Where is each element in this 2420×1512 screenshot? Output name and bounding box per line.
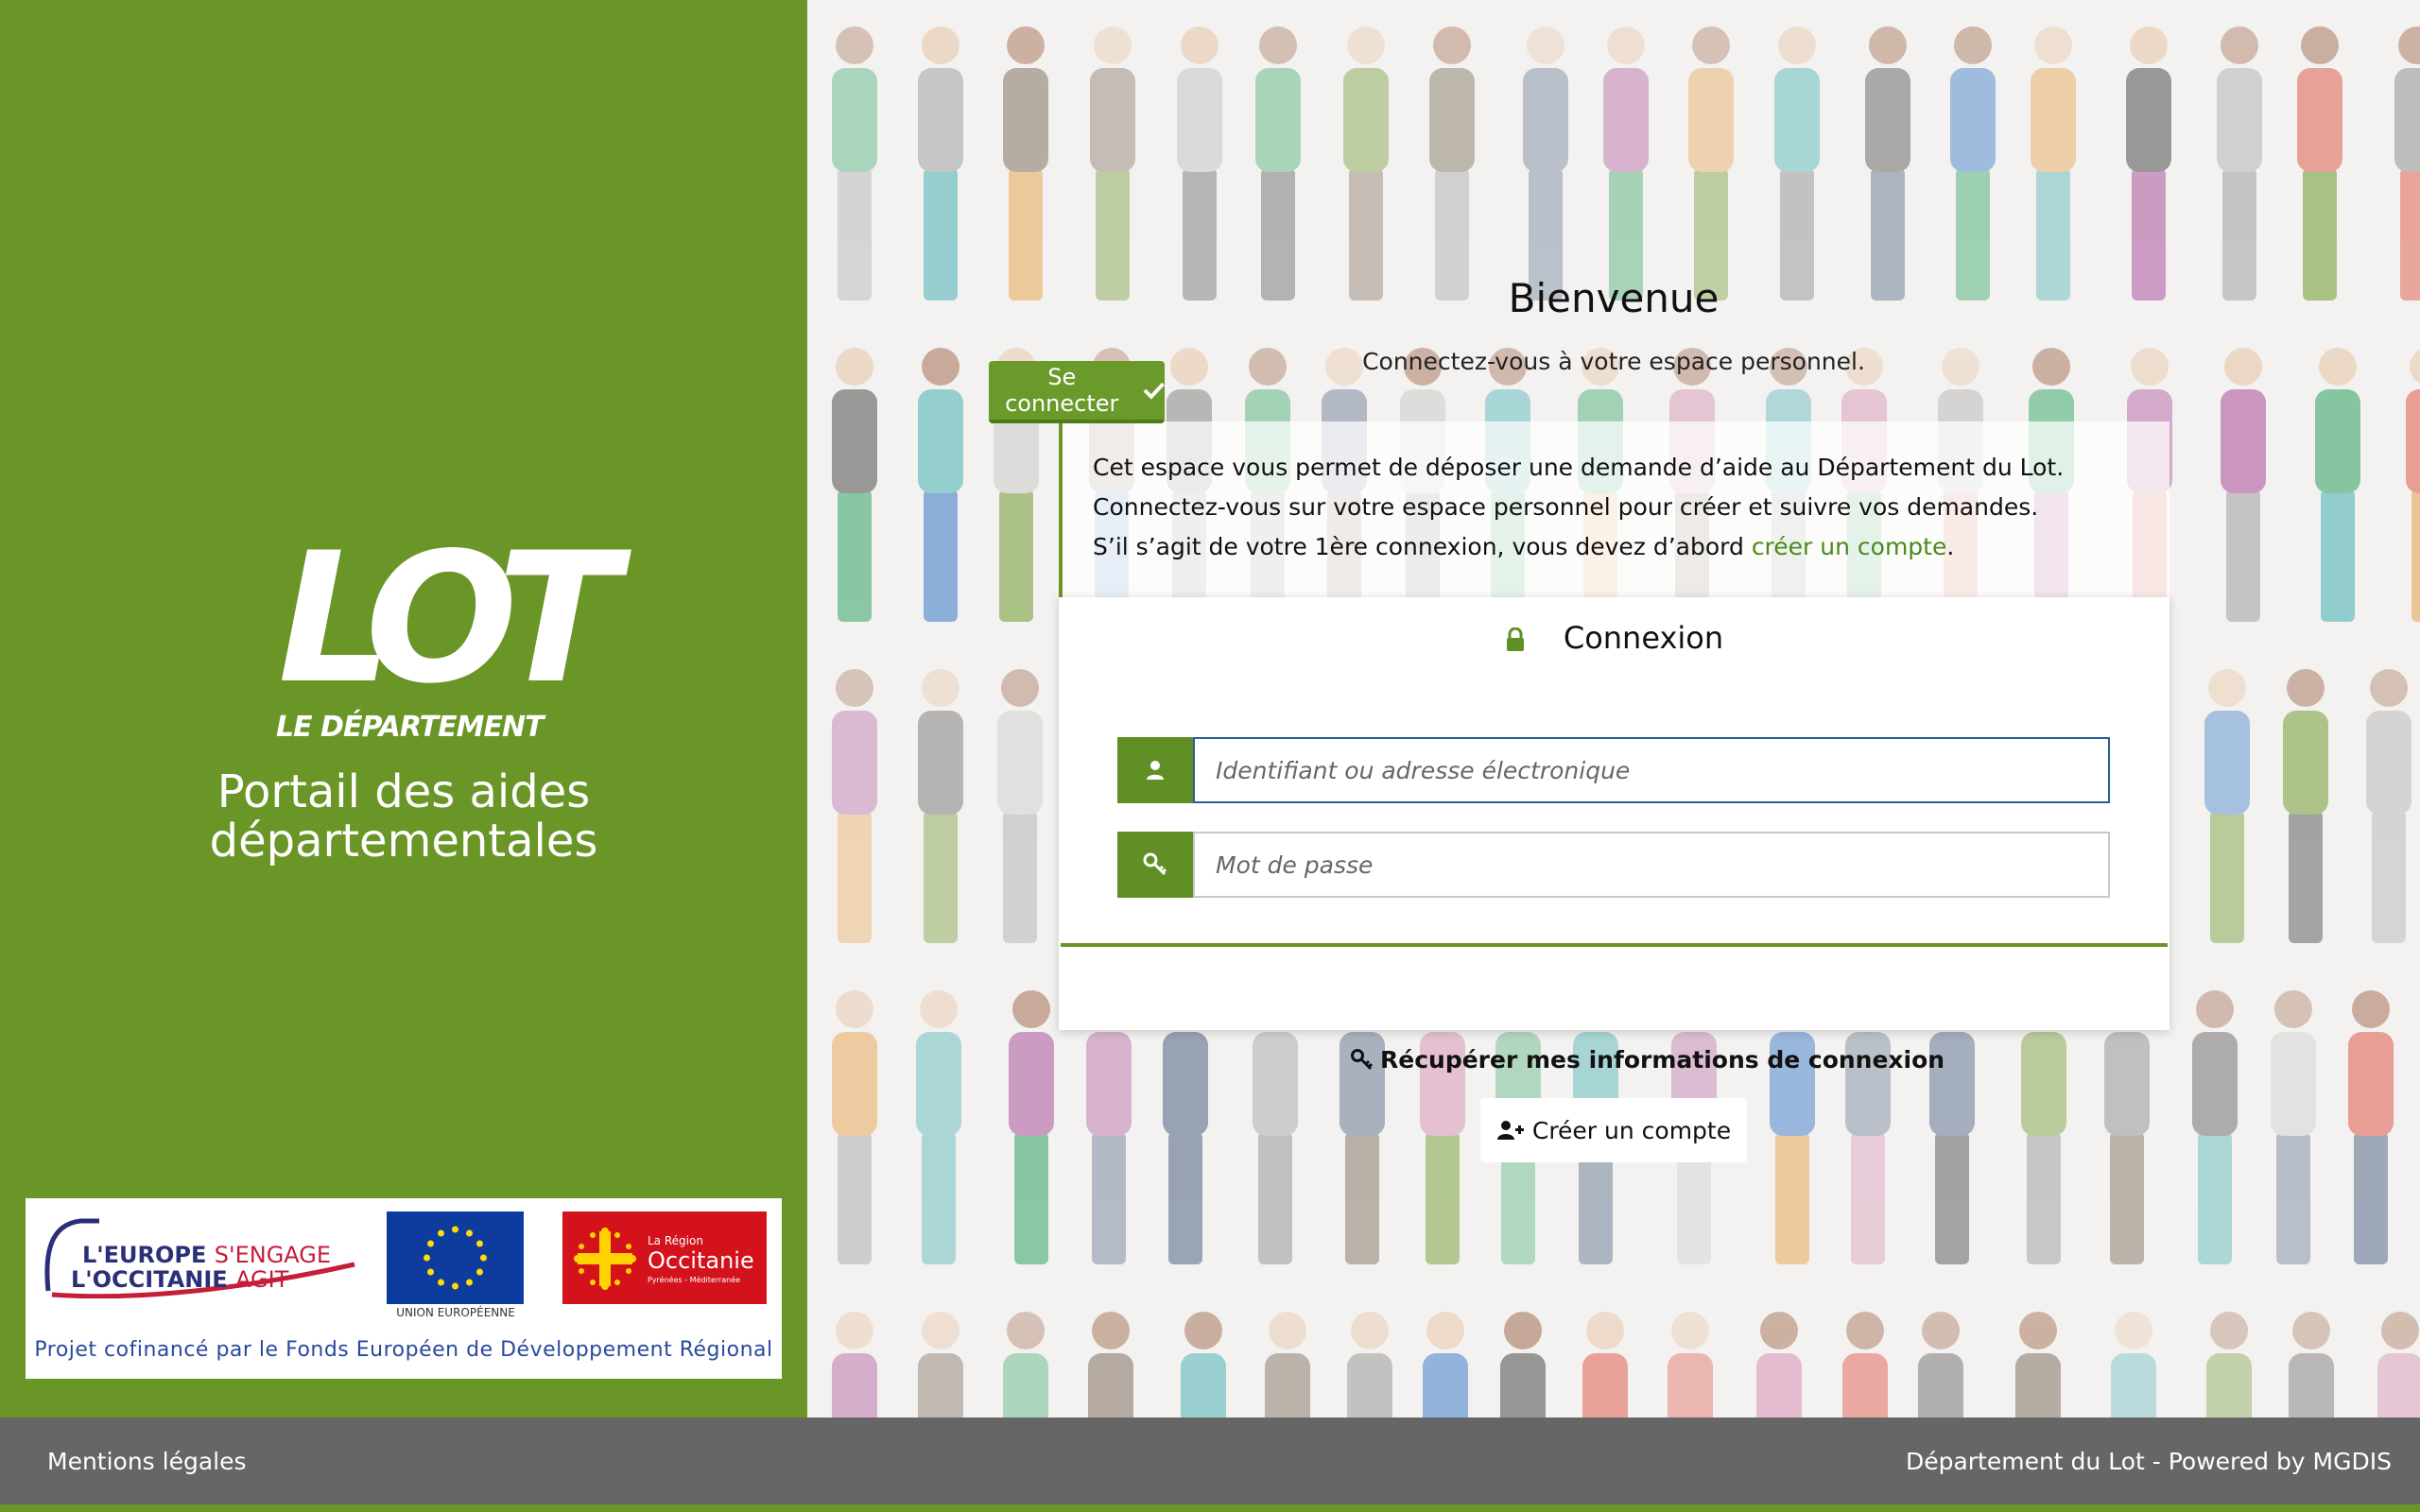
portal-title-line2: départementales (209, 815, 598, 868)
welcome-title: Bienvenue (1508, 275, 1720, 321)
info-line-3: S’il s’agit de votre 1ère connexion, vou… (1093, 527, 2169, 567)
branding-panel: LOT LE DÉPARTEMENT Portail des aides dép… (0, 0, 807, 1418)
occitan-cross-icon (574, 1228, 636, 1290)
recover-label: Récupérer mes informations de connexion (1380, 1046, 1945, 1074)
partner-logos: L'EUROPE S'ENGAGE L'OCCITANIE AGIT UNION… (26, 1198, 782, 1379)
recover-credentials-link[interactable]: Récupérer mes informations de connexion (1350, 1046, 1945, 1074)
region-name-text: Occitanie (648, 1247, 754, 1274)
check-icon (1143, 382, 1165, 400)
region-small-text: La Région (648, 1234, 703, 1247)
eu-flag-icon (387, 1211, 524, 1304)
footer-accent-bar (0, 1504, 2420, 1512)
create-account-label: Créer un compte (1531, 1116, 1732, 1144)
europe-engage-strong: L'EUROPE (82, 1242, 207, 1268)
footer: Mentions légales Département du Lot - Po… (0, 1418, 2420, 1504)
add-user-icon (1496, 1121, 1524, 1140)
portal-title-line1: Portail des aides (216, 765, 591, 818)
info-line-3-suffix: . (1946, 533, 1955, 560)
user-icon (1117, 737, 1193, 803)
portal-title: Portail des aides départementales (0, 767, 807, 866)
password-input[interactable] (1193, 832, 2110, 898)
login-button[interactable]: Se connecter (989, 361, 1165, 423)
login-card: Connexion (1059, 597, 2169, 1030)
legal-notice-link[interactable]: Mentions légales (47, 1448, 247, 1475)
info-box: Cet espace vous permet de déposer une de… (1059, 421, 2169, 597)
region-tiny-text: Pyrénées - Méditerranée (648, 1276, 741, 1284)
welcome-section: Bienvenue Connectez-vous à votre espace … (807, 270, 2420, 375)
europe-occitanie-logo: L'EUROPE S'ENGAGE L'OCCITANIE AGIT (43, 1215, 378, 1298)
login-title: Connexion (1059, 620, 2169, 656)
occitanie-agit-strong: L'OCCITANIE (71, 1266, 228, 1293)
europe-engage-light: S'ENGAGE (214, 1242, 332, 1268)
login-button-label: Se connecter (1005, 364, 1119, 417)
lot-logo: LOT LE DÉPARTEMENT (274, 529, 619, 756)
card-separator (1061, 943, 2168, 947)
info-line-1: Cet espace vous permet de déposer une de… (1093, 454, 2065, 481)
footer-credits: Département du Lot - Powered by MGDIS (1905, 1448, 2392, 1475)
username-field (1117, 737, 2110, 803)
key-icon (1351, 1048, 1374, 1070)
occitanie-agit-light: AGIT (235, 1266, 289, 1293)
occitanie-region-logo: La Région Occitanie Pyrénées - Méditerra… (562, 1211, 767, 1304)
password-field (1117, 832, 2110, 898)
info-line-3-prefix: S’il s’agit de votre 1ère connexion, vou… (1093, 533, 1752, 560)
info-line-2: Connectez-vous sur votre espace personne… (1093, 493, 2039, 521)
lock-icon (1506, 627, 1524, 651)
create-account-link[interactable]: créer un compte (1752, 533, 1947, 560)
username-input[interactable] (1193, 737, 2110, 803)
login-title-text: Connexion (1563, 620, 1724, 656)
logo-department-text: LE DÉPARTEMENT (276, 711, 544, 744)
feder-caption: Projet cofinancé par le Fonds Européen d… (34, 1338, 773, 1362)
logo-lot-text: LOT (278, 514, 619, 723)
create-account-button[interactable]: Créer un compte (1480, 1098, 1747, 1162)
eu-caption: UNION EUROPÉENNE (396, 1306, 515, 1319)
key-icon (1117, 832, 1193, 898)
